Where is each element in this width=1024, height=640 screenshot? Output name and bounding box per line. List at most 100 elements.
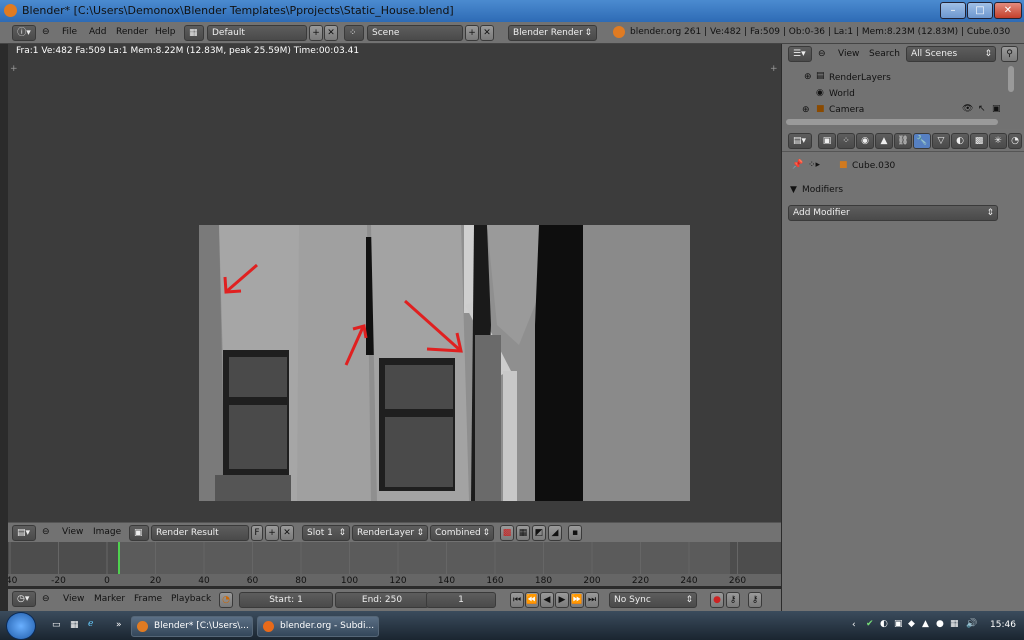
- tray-icon[interactable]: ✔: [866, 619, 874, 629]
- pin-icon[interactable]: 📌: [792, 160, 803, 170]
- collapse-menu-icon[interactable]: ⊖: [42, 527, 50, 537]
- tray-icon[interactable]: ▲: [922, 619, 929, 629]
- particles-tab-icon[interactable]: ✳: [989, 133, 1007, 149]
- slot-dropdown[interactable]: Slot 1 ⇕: [302, 525, 350, 541]
- image-browse-icon[interactable]: ▣: [129, 525, 149, 541]
- collapse-menu-icon[interactable]: ⊖: [42, 594, 50, 604]
- menu-image[interactable]: Image: [93, 527, 121, 537]
- remove-layout-button[interactable]: ✕: [324, 25, 338, 41]
- minimize-button[interactable]: –: [940, 2, 966, 19]
- quicklaunch-arrow-icon[interactable]: »: [116, 620, 122, 630]
- outliner-item-world[interactable]: World: [829, 89, 855, 99]
- taskbar-blender-button[interactable]: Blender* [C:\Users\...: [131, 616, 253, 637]
- menu-playback[interactable]: Playback: [171, 594, 211, 604]
- tray-icon[interactable]: ◆: [908, 619, 915, 629]
- add-scene-button[interactable]: +: [465, 25, 479, 41]
- eye-icon[interactable]: 👁: [962, 104, 973, 114]
- z-buffer-icon[interactable]: ◢: [548, 525, 562, 541]
- editor-type-icon[interactable]: ⓘ▾: [12, 25, 36, 41]
- alpha-icon[interactable]: ◩: [532, 525, 546, 541]
- editor-type-icon[interactable]: ▤▾: [12, 525, 36, 541]
- horizontal-scrollbar[interactable]: [786, 119, 998, 125]
- vertical-scrollbar[interactable]: [1008, 66, 1014, 92]
- render-layer-dropdown[interactable]: RenderLayer ⇕: [352, 525, 428, 541]
- internet-explorer-icon[interactable]: ℯ: [88, 619, 93, 629]
- switch-windows-icon[interactable]: ▦: [70, 620, 79, 630]
- taskbar-firefox-button[interactable]: blender.org - Subdi...: [257, 616, 379, 637]
- menu-frame[interactable]: Frame: [134, 594, 162, 604]
- expand-icon[interactable]: ⊕: [804, 72, 812, 82]
- world-tab-icon[interactable]: ◉: [856, 133, 874, 149]
- render-tab-icon[interactable]: ▣: [818, 133, 836, 149]
- checker-icon[interactable]: ▦: [516, 525, 530, 541]
- menu-view[interactable]: View: [62, 527, 83, 537]
- constraints-tab-icon[interactable]: ⛓: [894, 133, 912, 149]
- search-icon[interactable]: ⚲: [1001, 46, 1018, 62]
- display-mode-dropdown[interactable]: All Scenes ⇕: [906, 46, 996, 62]
- current-frame-field[interactable]: 1: [426, 592, 496, 608]
- image-name-field[interactable]: Render Result: [151, 525, 249, 541]
- scene-icon[interactable]: ⁘: [344, 25, 364, 41]
- close-button[interactable]: ✕: [994, 2, 1022, 19]
- start-button[interactable]: [6, 612, 36, 640]
- play-icon[interactable]: ▶: [555, 592, 569, 608]
- remove-scene-button[interactable]: ✕: [480, 25, 494, 41]
- maximize-button[interactable]: □: [967, 2, 993, 19]
- menu-search[interactable]: Search: [869, 49, 900, 59]
- record-icon[interactable]: ●: [710, 592, 724, 608]
- menu-view[interactable]: View: [63, 594, 84, 604]
- scene-field[interactable]: Scene: [367, 25, 463, 41]
- render-pass-dropdown[interactable]: Combined ⇕: [430, 525, 494, 541]
- data-tab-icon[interactable]: ▽: [932, 133, 950, 149]
- volume-icon[interactable]: 🔊: [966, 619, 977, 629]
- preview-range-icon[interactable]: ◔: [219, 592, 233, 608]
- menu-help[interactable]: Help: [155, 27, 176, 37]
- object-tab-icon[interactable]: ▲: [875, 133, 893, 149]
- network-icon[interactable]: ▦: [950, 619, 959, 629]
- play-reverse-icon[interactable]: ◀: [540, 592, 554, 608]
- texture-tab-icon[interactable]: ▩: [970, 133, 988, 149]
- insert-keyframe-icon[interactable]: ⚷: [748, 592, 762, 608]
- outliner-item-camera[interactable]: Camera: [829, 105, 864, 115]
- menu-view[interactable]: View: [838, 49, 859, 59]
- scene-tab-icon[interactable]: ⁘: [837, 133, 855, 149]
- start-frame-field[interactable]: Start: 1: [239, 592, 333, 608]
- layout-field[interactable]: Default: [207, 25, 307, 41]
- show-desktop-icon[interactable]: ▭: [52, 620, 61, 630]
- modifiers-tab-icon[interactable]: 🔧: [913, 133, 931, 149]
- jump-keyframe-forward-icon[interactable]: ⏩: [570, 592, 584, 608]
- menu-add[interactable]: Add: [89, 27, 106, 37]
- render-engine-dropdown[interactable]: Blender Render ⇕: [508, 25, 597, 41]
- menu-render[interactable]: Render: [116, 27, 148, 37]
- collapse-menu-icon[interactable]: ⊖: [42, 27, 50, 37]
- outliner-item-renderlayers[interactable]: RenderLayers: [829, 73, 891, 83]
- menu-file[interactable]: File: [62, 27, 77, 37]
- add-layout-button[interactable]: +: [309, 25, 323, 41]
- collapse-menu-icon[interactable]: ⊖: [818, 49, 826, 59]
- clock[interactable]: 15:46: [990, 620, 1016, 630]
- fake-user-button[interactable]: F: [251, 525, 263, 541]
- editor-type-icon[interactable]: ☰▾: [788, 46, 812, 62]
- editor-type-icon[interactable]: ▤▾: [788, 133, 812, 149]
- draw-image-alpha-icon[interactable]: ▩: [500, 525, 514, 541]
- cursor-icon[interactable]: ↖: [978, 104, 986, 114]
- add-modifier-dropdown[interactable]: Add Modifier ⇕: [788, 205, 998, 221]
- snap-icon[interactable]: ▪: [568, 525, 582, 541]
- editor-type-icon[interactable]: ◷▾: [12, 591, 36, 607]
- jump-end-icon[interactable]: ⏭: [585, 592, 599, 608]
- physics-tab-icon[interactable]: ◔: [1008, 133, 1022, 149]
- tray-icon[interactable]: ▣: [894, 619, 903, 629]
- keying-set-icon[interactable]: ⚷: [726, 592, 740, 608]
- tray-icon[interactable]: ●: [936, 619, 944, 629]
- menu-marker[interactable]: Marker: [94, 594, 125, 604]
- unlink-image-button[interactable]: ✕: [280, 525, 294, 541]
- new-image-button[interactable]: +: [265, 525, 279, 541]
- end-frame-field[interactable]: End: 250: [335, 592, 429, 608]
- jump-start-icon[interactable]: ⏮: [510, 592, 524, 608]
- tray-arrow-icon[interactable]: ‹: [852, 620, 856, 630]
- expand-icon[interactable]: ⊕: [802, 105, 810, 115]
- layout-icon[interactable]: ▦: [184, 25, 204, 41]
- sync-dropdown[interactable]: No Sync ⇕: [609, 592, 697, 608]
- tray-icon[interactable]: ◐: [880, 619, 888, 629]
- render-icon[interactable]: ▣: [992, 104, 1001, 114]
